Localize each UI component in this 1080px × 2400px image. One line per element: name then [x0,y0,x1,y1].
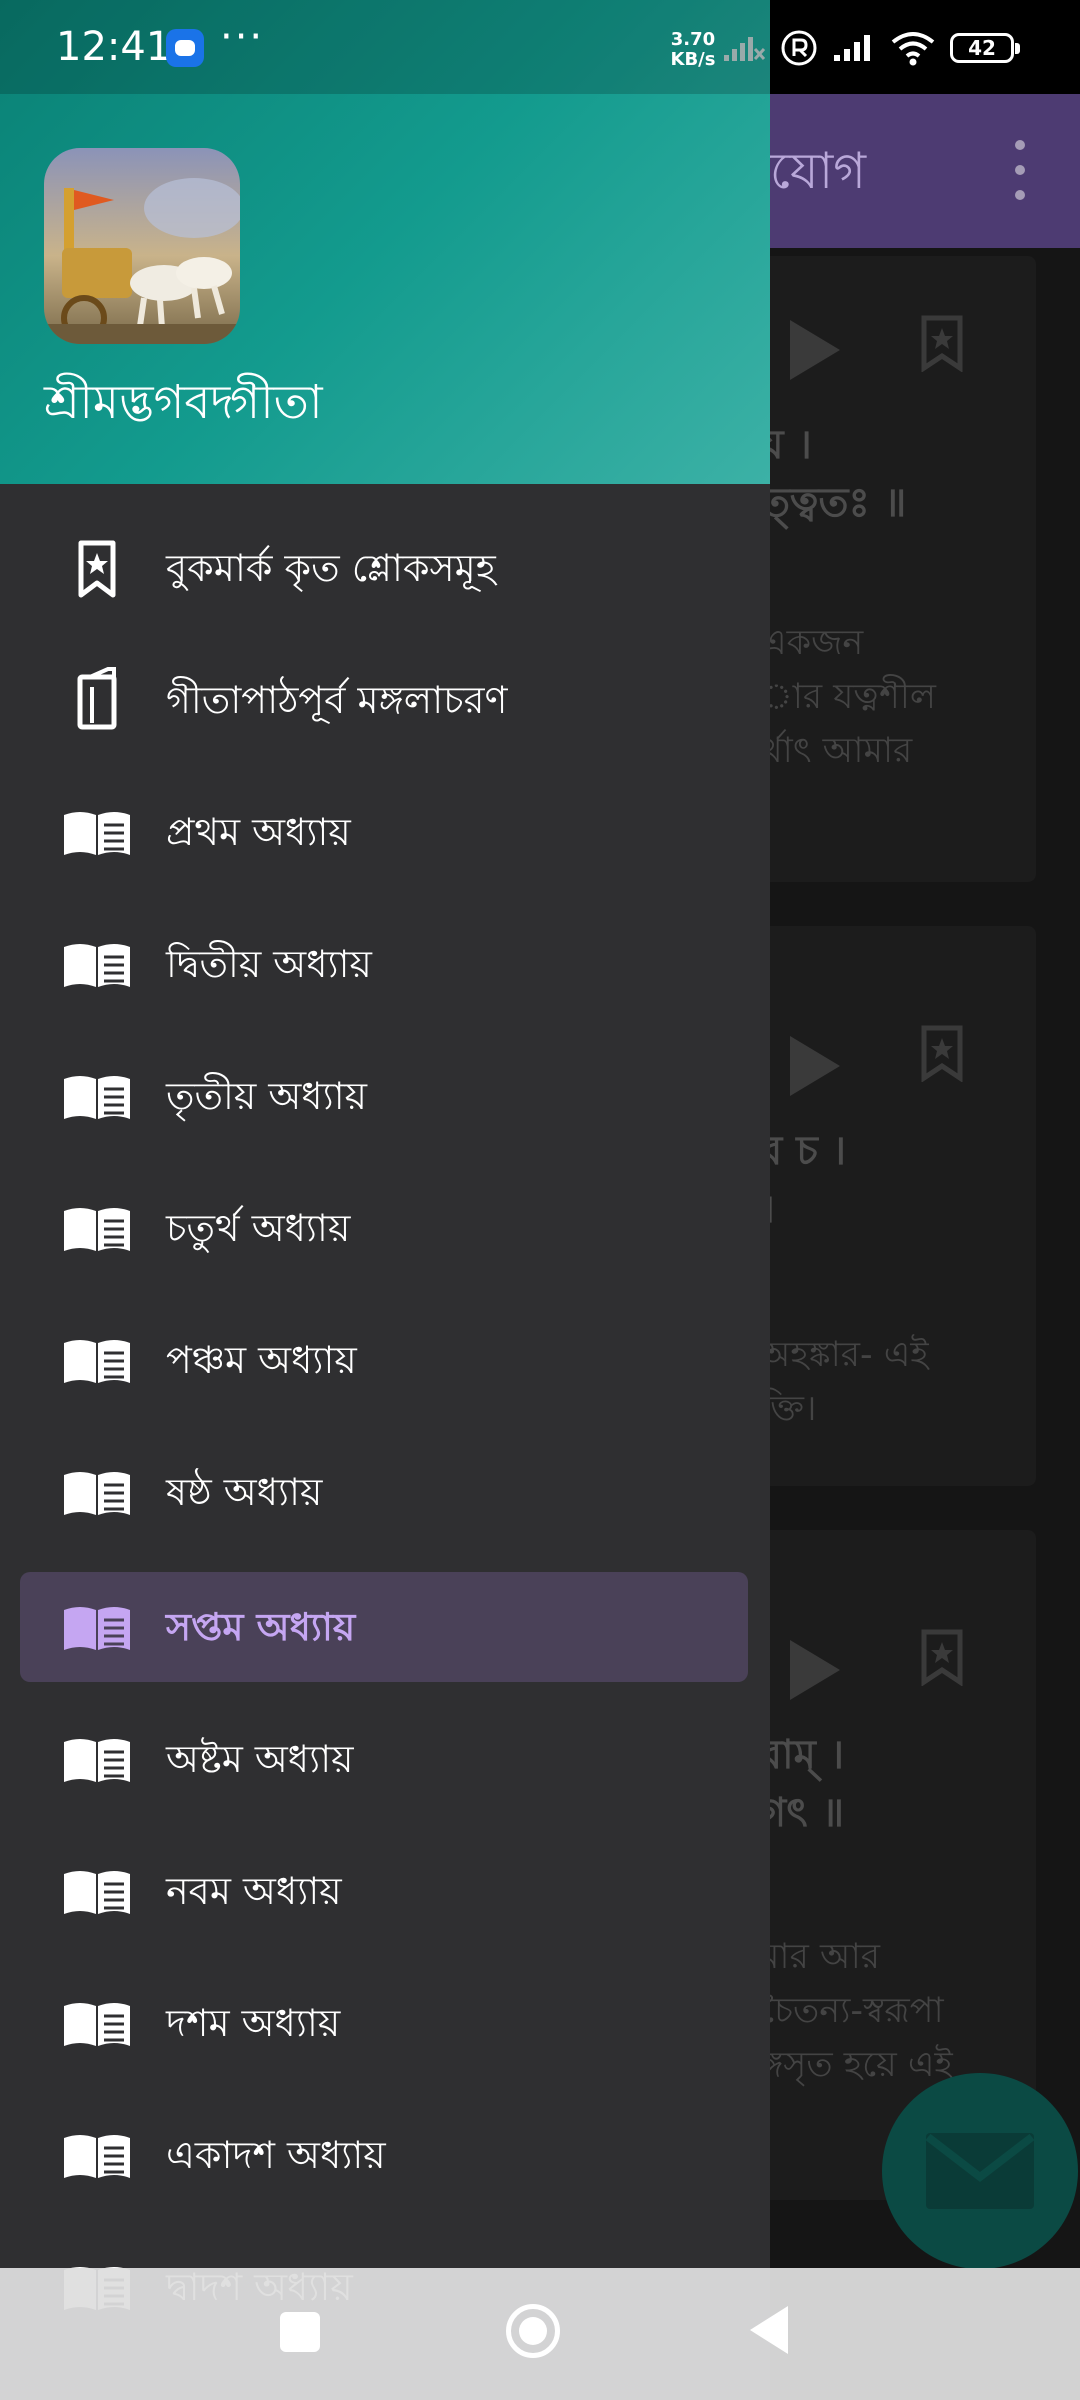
drawer-item-invocation[interactable]: গীতাপাঠপূর্ব মঙ্গলাচরণ [20,645,748,755]
drawer-item-label: নবম অধ্যায় [166,1869,342,1913]
open-book-icon [62,1592,132,1662]
navigation-drawer: শ্রীমদ্ভগবদ্গীতা বুকমার্ক কৃত শ্লোকসমূহ … [0,0,770,2400]
drawer-item-label: গীতাপাঠপূর্ব মঙ্গলাচরণ [166,678,508,722]
no-signal-icon [724,37,766,61]
open-book-icon [62,929,132,999]
drawer-header: শ্রীমদ্ভগবদ্গীতা [0,0,770,484]
battery-icon: 42 [950,33,1020,63]
cellular-signal-icon [834,35,870,61]
drawer-item-label: তৃতীয় অধ্যায় [166,1074,367,1118]
overflow-menu-icon[interactable] [1000,140,1040,200]
bookmark-icon[interactable] [920,314,964,373]
messages-notification-icon [166,29,204,67]
drawer-item-label: পঞ্চম অধ্যায় [166,1338,357,1382]
drawer-item-label: বুকমার্ক কৃত শ্লোকসমূহ [166,546,496,590]
drawer-item-chapter-6[interactable]: ষষ্ঠ অধ্যায় [20,1437,748,1547]
play-icon[interactable] [790,1036,840,1096]
verse-text: ব চ । । [760,1128,847,1232]
meaning-text: অহঙ্কার- এই ক্তি। [760,1335,929,1429]
system-navigation-bar [0,2268,1080,2400]
meaning-text: মার আর চৈতন্য-স্বরূপা ঙ্গসৃত হয়ে এই [760,1937,953,2085]
more-notifications-icon: ··· [220,14,265,60]
app-name: শ্রীমদ্ভগবদ্গীতা [44,375,323,430]
open-book-icon [62,1325,132,1395]
network-speed: 3.70 KB/s [670,29,716,70]
bookmark-star-icon [62,533,132,603]
drawer-item-label: প্রথম অধ্যায় [166,810,351,854]
open-book-icon [62,1061,132,1131]
recents-button[interactable] [280,2312,320,2352]
drawer-item-chapter-3[interactable]: তৃতীয় অধ্যায় [20,1041,748,1151]
bookmark-icon[interactable] [920,1628,964,1687]
email-fab[interactable] [882,2073,1078,2269]
drawer-item-label: দ্বিতীয় অধ্যায় [166,942,372,986]
open-book-icon [62,1988,132,2058]
drawer-item-chapter-2[interactable]: দ্বিতীয় অধ্যায় [20,909,748,1019]
drawer-item-chapter-7[interactable]: সপ্তম অধ্যায় [20,1572,748,1682]
open-book-icon [62,1457,132,1527]
bookmark-icon[interactable] [920,1024,964,1083]
drawer-item-chapter-10[interactable]: দশম অধ্যায় [20,1968,748,2078]
drawer-item-label: ষষ্ঠ অধ্যায় [166,1470,323,1514]
drawer-item-label: একাদশ অধ্যায় [166,2133,386,2177]
meaning-text: একজন ার যত্নশীল র্থাৎ আমার [760,623,936,771]
open-book-icon [62,1724,132,1794]
open-book-icon [62,2120,132,2190]
status-time: 12:41 [56,24,172,70]
open-book-icon [62,1193,132,1263]
app-logo [44,148,240,344]
wifi-icon [891,32,935,66]
drawer-item-label: সপ্তম অধ্যায় [166,1605,356,1649]
mail-icon [925,2133,1035,2209]
open-book-icon [62,797,132,867]
play-icon[interactable] [790,1640,840,1700]
drawer-item-chapter-1[interactable]: প্রথম অধ্যায় [20,777,748,887]
verse-text: রাম্ । গৎ ॥ [760,1732,845,1836]
drawer-item-label: অষ্টম অধ্যায় [166,1737,354,1781]
registered-icon [781,30,817,66]
drawer-item-chapter-5[interactable]: পঞ্চম অধ্যায় [20,1305,748,1415]
drawer-item-chapter-9[interactable]: নবম অধ্যায় [20,1836,748,1946]
open-book-icon [62,1856,132,1926]
drawer-item-chapter-11[interactable]: একাদশ অধ্যায় [20,2100,748,2210]
drawer-item-label: দশম অধ্যায় [166,2001,341,2045]
play-icon[interactable] [790,320,840,380]
back-button[interactable] [750,2306,788,2354]
home-button[interactable] [506,2304,560,2358]
drawer-item-bookmarks[interactable]: বুকমার্ক কৃত শ্লোকসমূহ [20,513,748,623]
drawer-item-chapter-4[interactable]: চতুর্থ অধ্যায় [20,1173,748,1283]
book-pages-icon [62,665,132,735]
drawer-item-label: চতুর্থ অধ্যায় [166,1206,351,1250]
verse-text: য় । ত্ত্বতঃ ॥ [760,422,907,526]
drawer-item-chapter-8[interactable]: অষ্টম অধ্যায় [20,1704,748,1814]
